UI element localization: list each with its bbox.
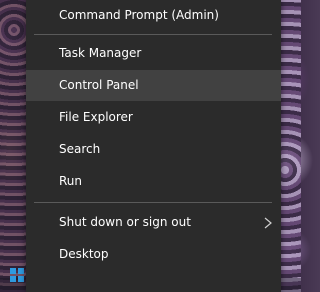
menu-item-file-explorer[interactable]: File Explorer [26, 102, 281, 133]
power-user-menu: Command Prompt (Admin) Task Manager Cont… [26, 0, 281, 292]
desktop-wallpaper-left [0, 0, 26, 292]
menu-item-label: File Explorer [59, 110, 133, 124]
menu-item-shut-down-or-sign-out[interactable]: Shut down or sign out [26, 207, 281, 238]
menu-item-search[interactable]: Search [26, 134, 281, 165]
chevron-right-icon [264, 217, 272, 229]
menu-item-control-panel[interactable]: Control Panel [26, 70, 281, 101]
menu-item-label: Shut down or sign out [59, 215, 191, 229]
windows-logo-icon[interactable] [10, 268, 24, 282]
menu-item-label: Task Manager [59, 46, 142, 60]
menu-item-label: Control Panel [59, 78, 139, 92]
menu-item-task-manager[interactable]: Task Manager [26, 38, 281, 69]
menu-separator [34, 202, 272, 203]
menu-item-label: Search [59, 142, 101, 156]
menu-item-command-prompt-admin[interactable]: Command Prompt (Admin) [26, 0, 281, 31]
menu-item-label: Command Prompt (Admin) [59, 8, 219, 22]
menu-item-desktop[interactable]: Desktop [26, 239, 281, 270]
menu-item-label: Desktop [59, 247, 109, 261]
menu-item-label: Run [59, 174, 83, 188]
menu-separator [34, 34, 272, 35]
menu-item-run[interactable]: Run [26, 166, 281, 197]
